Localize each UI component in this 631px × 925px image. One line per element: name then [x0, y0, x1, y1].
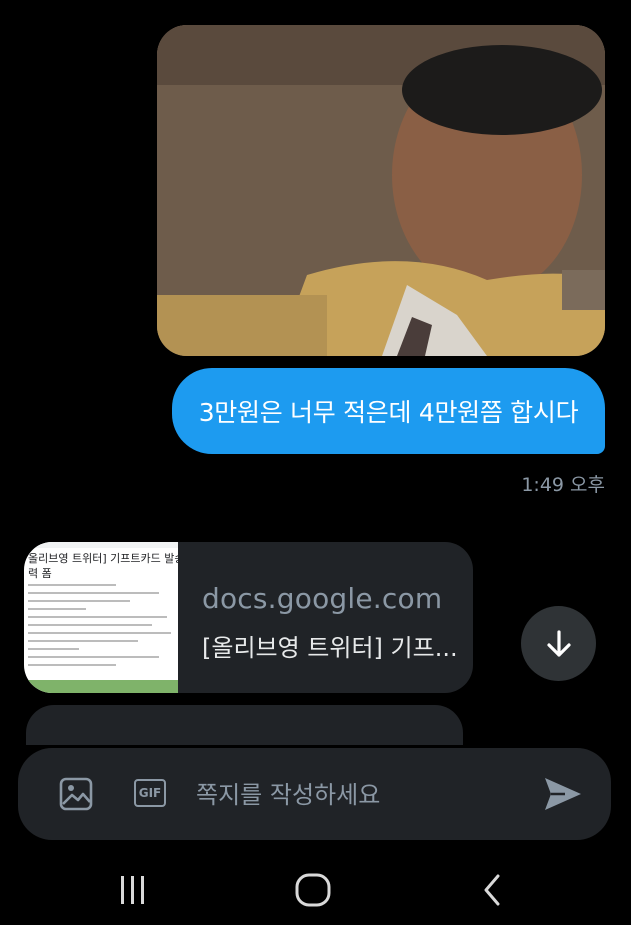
send-icon[interactable]	[541, 772, 585, 816]
outgoing-message-bubble[interactable]: 3만원은 너무 적은데 4만원쯤 합시다	[172, 368, 605, 454]
message-timestamp: 1:49 오후	[521, 474, 605, 496]
system-navigation-bar	[0, 856, 631, 925]
thumbnail-title: 올리브영 트위터] 기프트카드 발송 정보	[28, 552, 178, 565]
message-text: 3만원은 너무 적은데 4만원쯤 합시다	[198, 398, 579, 427]
gif-icon[interactable]: GIF	[134, 779, 166, 807]
message-composer: GIF	[18, 748, 611, 840]
link-thumbnail: 올리브영 트위터] 기프트카드 발송 정보 력 폼	[24, 542, 178, 693]
incoming-message-bubble[interactable]	[26, 705, 463, 745]
thumbnail-subtitle: 력 폼	[28, 567, 52, 580]
back-icon[interactable]	[474, 870, 510, 910]
link-preview-card[interactable]: 올리브영 트위터] 기프트카드 발송 정보 력 폼 docs.google.co…	[24, 542, 473, 693]
image-icon[interactable]	[58, 776, 94, 812]
thumbnail-text-lines	[28, 584, 174, 672]
arrow-down-icon	[546, 629, 571, 657]
recents-icon[interactable]	[113, 870, 153, 910]
message-input[interactable]	[194, 774, 528, 816]
scroll-to-bottom-button[interactable]	[521, 606, 596, 681]
photo	[157, 25, 605, 356]
link-domain: docs.google.com	[202, 582, 443, 615]
home-icon[interactable]	[291, 870, 335, 910]
image-message[interactable]	[157, 25, 605, 356]
link-title: [올리브영 트위터] 기프...	[202, 634, 458, 662]
